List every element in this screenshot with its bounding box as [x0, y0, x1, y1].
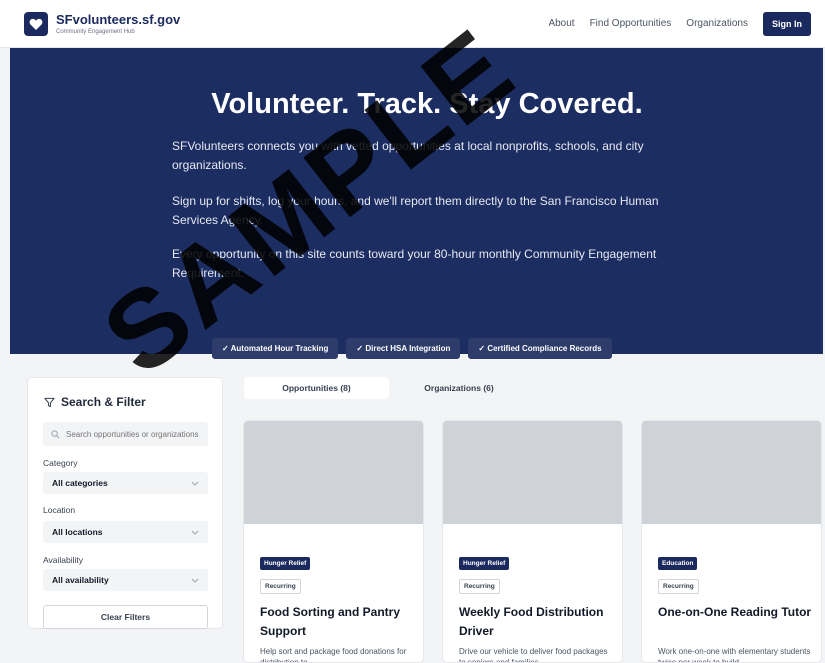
card-image [642, 421, 821, 524]
hero-paragraph-3: Every opportunity on this site counts to… [172, 247, 657, 280]
availability-value: All availability [52, 575, 109, 585]
availability-select[interactable]: All availability [43, 569, 208, 591]
sign-in-button[interactable]: Sign In [763, 11, 811, 36]
tab-opportunities[interactable]: Opportunities (8) [244, 377, 389, 399]
card-image [244, 421, 423, 524]
card-description: Work one-on-one with elementary students… [658, 647, 811, 663]
search-icon [51, 429, 60, 438]
top-nav-bar: SFvolunteers.sf.gov Community Engagement… [0, 0, 825, 48]
heart-logo-icon[interactable] [24, 11, 48, 36]
brand[interactable]: SFvolunteers.sf.gov Community Engagement… [56, 13, 180, 35]
category-badge: Hunger Relief [260, 557, 311, 570]
hero-banner: Volunteer. Track. Stay Covered. SFVolunt… [10, 48, 823, 359]
category-select[interactable]: All categories [43, 472, 208, 494]
hero-paragraph-1: SFVolunteers connects you with vetted op… [172, 139, 644, 172]
brand-name[interactable]: SFvolunteers.sf.gov [56, 13, 180, 26]
filter-heading: Search & Filter [44, 395, 146, 409]
location-select[interactable]: All locations [43, 521, 208, 543]
recurring-tag: Recurring [658, 579, 699, 594]
hero-title: Volunteer. Track. Stay Covered. [211, 88, 643, 120]
nav-find-opportunities[interactable]: Find Opportunities [590, 18, 672, 29]
main-nav: About Find Opportunities Organizations S… [548, 11, 811, 36]
pill-hour-tracking: ✓ Automated Hour Tracking [212, 338, 339, 359]
tab-organizations[interactable]: Organizations (6) [404, 377, 514, 399]
card-title[interactable]: One-on-One Reading Tutor [658, 603, 818, 622]
card-description: Drive our vehicle to deliver food packag… [459, 647, 608, 663]
recurring-tag: Recurring [260, 579, 301, 594]
availability-label: Availability [43, 555, 84, 565]
opportunity-card[interactable]: Hunger Relief Recurring Weekly Food Dist… [442, 420, 623, 663]
category-badge: Hunger Relief [459, 557, 510, 570]
search-filter-panel: Search & Filter Category All categories … [27, 377, 223, 629]
card-image [443, 421, 622, 524]
search-field[interactable] [43, 422, 208, 446]
location-label: Location [43, 505, 76, 515]
clear-filters-button[interactable]: Clear Filters [43, 605, 208, 629]
category-badge: Education [658, 557, 698, 570]
brand-subtitle: Community Engagement Hub [56, 28, 135, 35]
opportunity-card[interactable]: Hunger Relief Recurring Food Sorting and… [243, 420, 424, 663]
chevron-down-icon [191, 530, 199, 535]
pill-compliance-records: ✓ Certified Compliance Records [468, 338, 612, 359]
feature-pills: ✓ Automated Hour Tracking ✓ Direct HSA I… [212, 338, 612, 359]
filter-funnel-icon [44, 397, 55, 407]
nav-about[interactable]: About [548, 18, 574, 29]
pill-hsa-integration: ✓ Direct HSA Integration [346, 338, 461, 359]
location-value: All locations [52, 527, 103, 537]
chevron-down-icon [191, 578, 199, 583]
card-title[interactable]: Weekly Food Distribution Driver [459, 603, 619, 641]
hero-paragraph-2: Sign up for shifts, log your hours, and … [172, 194, 659, 227]
recurring-tag: Recurring [459, 579, 500, 594]
chevron-down-icon [191, 481, 199, 486]
category-value: All categories [52, 478, 108, 488]
opportunity-card[interactable]: Education Recurring One-on-One Reading T… [641, 420, 822, 663]
results-tabs: Opportunities (8) Organizations (6) [244, 377, 824, 399]
card-title[interactable]: Food Sorting and Pantry Support [260, 603, 420, 641]
card-description: Help sort and package food donations for… [260, 647, 407, 663]
nav-organizations[interactable]: Organizations [686, 18, 748, 29]
category-label: Category [43, 458, 78, 468]
filter-title: Search & Filter [61, 395, 146, 409]
search-input[interactable] [66, 429, 206, 439]
